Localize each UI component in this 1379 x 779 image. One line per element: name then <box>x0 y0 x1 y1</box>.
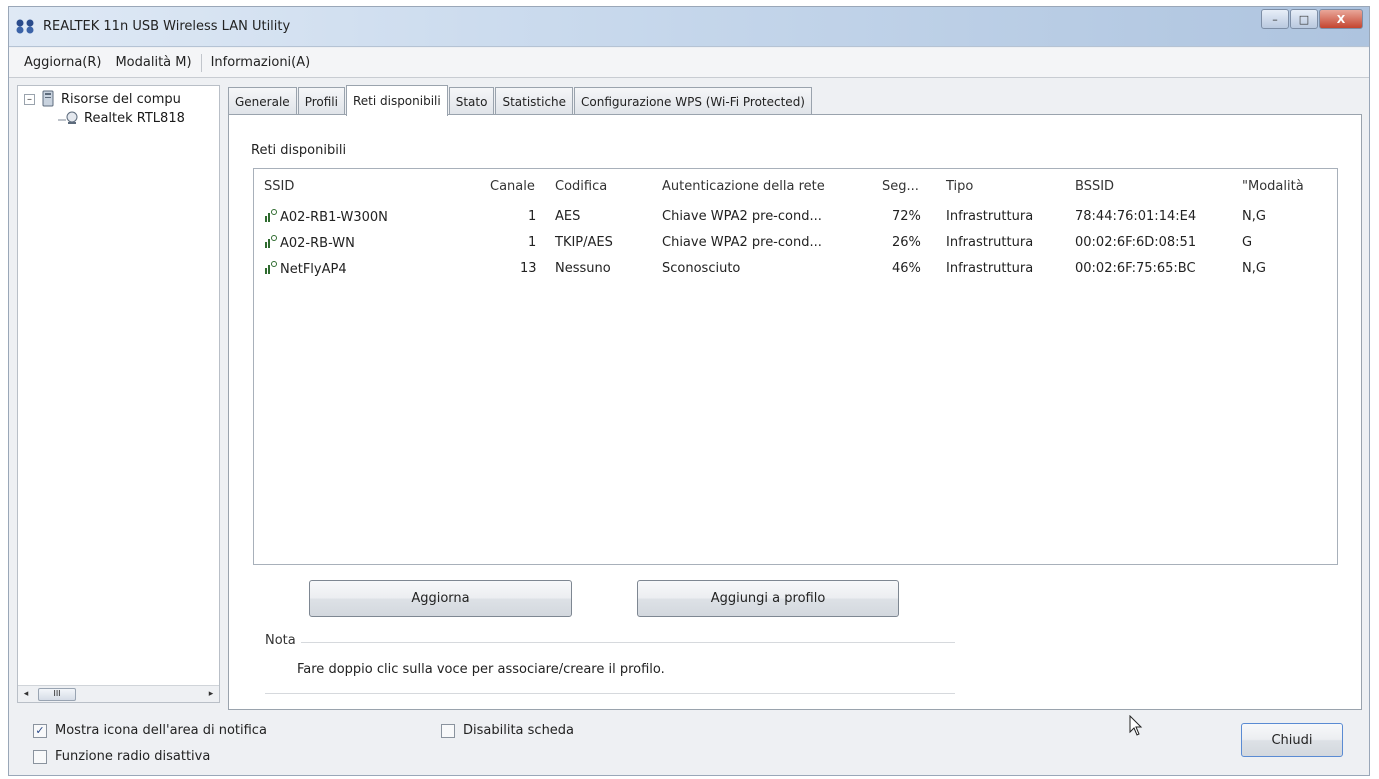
network-type: Infrastruttura <box>946 261 1034 276</box>
network-encoding: TKIP/AES <box>555 235 613 250</box>
network-encoding: Nessuno <box>555 261 611 276</box>
tab-configurazione-wps[interactable]: Configurazione WPS (Wi-Fi Protected) <box>574 87 812 115</box>
disable-adapter-option[interactable]: Disabilita scheda <box>441 723 574 738</box>
network-auth: Chiave WPA2 pre-cond... <box>662 235 822 250</box>
network-channel: 1 <box>528 209 537 224</box>
col-ssid[interactable]: SSID <box>264 179 294 194</box>
network-auth: Chiave WPA2 pre-cond... <box>662 209 822 224</box>
radio-off-checkbox[interactable] <box>33 749 47 764</box>
disable-adapter-checkbox[interactable] <box>441 723 455 738</box>
network-auth: Sconosciuto <box>662 261 741 276</box>
scroll-right-arrow-icon[interactable]: ▸ <box>203 689 219 699</box>
network-ssid: A02-RB-WN <box>280 236 355 251</box>
radio-off-label: Funzione radio disattiva <box>55 749 211 764</box>
show-tray-icon-label: Mostra icona dell'area di notifica <box>55 723 267 738</box>
wifi-signal-icon <box>264 261 278 275</box>
window-title: REALTEK 11n USB Wireless LAN Utility <box>43 19 291 34</box>
network-mode: N,G <box>1242 209 1266 224</box>
tree-node-computer-label: Risorse del compu <box>61 91 181 107</box>
wifi-signal-icon <box>264 209 278 223</box>
tree-node-adapter-label: Realtek RTL818 <box>84 110 185 126</box>
menu-modalita[interactable]: Modalità M) <box>108 55 198 70</box>
menu-informazioni[interactable]: Informazioni(A) <box>204 55 318 70</box>
network-ssid: A02-RB1-W300N <box>280 210 388 225</box>
window-controls: – □ X <box>1260 9 1363 29</box>
note-label: Nota <box>265 633 296 648</box>
panel-title: Reti disponibili <box>251 143 347 158</box>
minimize-button[interactable]: – <box>1261 9 1289 29</box>
network-row[interactable]: A02-RB-WN 1 TKIP/AES Chiave WPA2 pre-con… <box>254 231 1337 257</box>
computer-icon <box>42 90 54 107</box>
network-bssid: 00:02:6F:6D:08:51 <box>1075 235 1197 250</box>
scroll-left-arrow-icon[interactable]: ◂ <box>18 689 34 699</box>
col-codifica[interactable]: Codifica <box>555 179 607 194</box>
col-canale[interactable]: Canale <box>490 179 535 194</box>
note-divider-bottom <box>265 693 955 694</box>
menu-aggiorna[interactable]: Aggiorna(R) <box>17 55 108 70</box>
network-bssid: 00:02:6F:75:65:BC <box>1075 261 1196 276</box>
col-tipo[interactable]: Tipo <box>946 179 973 194</box>
disable-adapter-label: Disabilita scheda <box>463 723 575 738</box>
note-divider <box>301 642 955 643</box>
network-ssid-cell: NetFlyAP4 <box>264 261 347 277</box>
network-mode: G <box>1242 235 1253 250</box>
tree-horizontal-scrollbar[interactable]: ◂ III ▸ <box>18 685 219 702</box>
close-button[interactable]: Chiudi <box>1241 723 1343 757</box>
col-modalita[interactable]: "Modalità <box>1242 179 1304 194</box>
device-tree[interactable]: – Risorse del compu Realtek RTL818 ◂ III… <box>17 85 220 703</box>
network-list[interactable]: SSID Canale Codifica Autenticazione dell… <box>253 168 1338 565</box>
network-signal: 72% <box>892 209 921 224</box>
maximize-button[interactable]: □ <box>1290 9 1318 29</box>
network-row[interactable]: A02-RB1-W300N 1 AES Chiave WPA2 pre-cond… <box>254 205 1337 231</box>
tree-expander[interactable]: – <box>24 93 35 105</box>
network-type: Infrastruttura <box>946 209 1034 224</box>
title-bar: REALTEK 11n USB Wireless LAN Utility – □… <box>9 7 1369 47</box>
scroll-thumb[interactable]: III <box>38 687 76 701</box>
menu-separator <box>200 53 202 72</box>
network-type: Infrastruttura <box>946 235 1034 250</box>
network-ssid: NetFlyAP4 <box>280 262 347 277</box>
tab-strip: Generale Profili Reti disponibili Stato … <box>228 85 813 116</box>
note-text: Fare doppio clic sulla voce per associar… <box>297 662 665 677</box>
col-segnale[interactable]: Seg... <box>882 179 919 194</box>
network-signal: 26% <box>892 235 921 250</box>
network-list-header: SSID Canale Codifica Autenticazione dell… <box>254 169 1337 203</box>
network-channel: 1 <box>528 235 537 250</box>
show-tray-icon-checkbox[interactable]: ✓ <box>33 723 47 738</box>
show-tray-icon-option[interactable]: ✓ Mostra icona dell'area di notifica <box>33 723 267 738</box>
network-channel: 13 <box>520 261 537 276</box>
network-adapter-icon <box>58 111 78 124</box>
mouse-pointer-icon <box>1129 715 1143 736</box>
tab-reti-disponibili[interactable]: Reti disponibili <box>345 85 448 116</box>
utility-window: REALTEK 11n USB Wireless LAN Utility – □… <box>8 6 1370 776</box>
network-mode: N,G <box>1242 261 1266 276</box>
tree-node-computer[interactable]: – Risorse del compu <box>24 90 181 108</box>
tab-generale[interactable]: Generale <box>228 87 297 115</box>
available-networks-panel: Reti disponibili SSID Canale Codifica Au… <box>228 114 1362 710</box>
refresh-button[interactable]: Aggiorna <box>309 580 572 617</box>
network-signal: 46% <box>892 261 921 276</box>
network-row[interactable]: NetFlyAP4 13 Nessuno Sconosciuto 46% Inf… <box>254 257 1337 283</box>
col-autenticazione[interactable]: Autenticazione della rete <box>662 179 825 194</box>
tab-statistiche[interactable]: Statistiche <box>495 87 574 115</box>
tree-node-adapter[interactable]: Realtek RTL818 <box>58 110 185 126</box>
network-ssid-cell: A02-RB1-W300N <box>264 209 388 225</box>
network-encoding: AES <box>555 209 581 224</box>
col-bssid[interactable]: BSSID <box>1075 179 1114 194</box>
tab-profili[interactable]: Profili <box>297 87 345 115</box>
realtek-app-icon <box>16 19 34 34</box>
tab-stato[interactable]: Stato <box>448 87 495 115</box>
close-window-button[interactable]: X <box>1319 9 1363 29</box>
network-ssid-cell: A02-RB-WN <box>264 235 355 251</box>
radio-off-option[interactable]: Funzione radio disattiva <box>33 749 210 764</box>
wifi-signal-icon <box>264 235 278 249</box>
menu-bar: Aggiorna(R) Modalità M) Informazioni(A) <box>9 48 1369 78</box>
add-to-profile-button[interactable]: Aggiungi a profilo <box>637 580 899 617</box>
network-bssid: 78:44:76:01:14:E4 <box>1075 209 1197 224</box>
